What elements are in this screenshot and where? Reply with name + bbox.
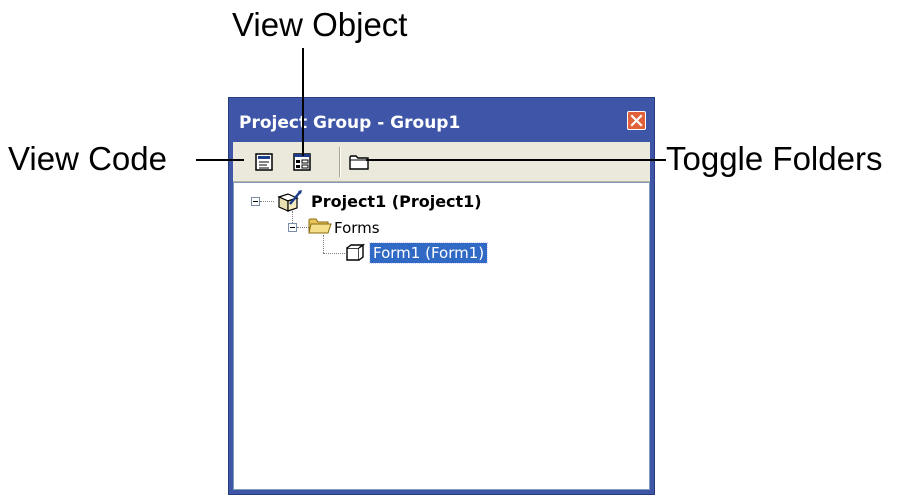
tree-connector <box>260 201 274 202</box>
project-tree: Project1 (Project1) Forms Form1 (Form1) <box>233 182 650 490</box>
toggle-folders-button[interactable] <box>345 149 371 175</box>
window-title: Project Group - Group1 <box>239 113 461 133</box>
forms-expander[interactable] <box>288 223 297 232</box>
view-code-pointer <box>196 159 244 161</box>
project-expander[interactable] <box>251 197 260 206</box>
toolbar-separator <box>339 147 341 177</box>
forms-folder-node[interactable]: Forms <box>334 219 380 237</box>
project-node[interactable]: Project1 (Project1) <box>311 192 482 211</box>
project-explorer-window: Project Group - Group1 Project1 (Project… <box>228 97 655 495</box>
toolbar <box>233 142 650 182</box>
title-bar[interactable]: Project Group - Group1 <box>233 102 650 142</box>
form-icon <box>344 243 366 267</box>
form-node[interactable]: Form1 (Form1) <box>368 242 489 264</box>
toggle-folders-pointer <box>366 159 666 161</box>
view-object-callout: View Object <box>232 6 408 43</box>
view-code-button[interactable] <box>251 149 277 175</box>
view-object-pointer <box>302 48 304 156</box>
close-button[interactable] <box>627 111 646 130</box>
view-code-callout: View Code <box>8 140 167 177</box>
project-icon <box>276 189 304 217</box>
toggle-folders-callout: Toggle Folders <box>666 140 883 177</box>
open-folder-icon <box>307 216 333 240</box>
tree-connector <box>323 253 345 254</box>
